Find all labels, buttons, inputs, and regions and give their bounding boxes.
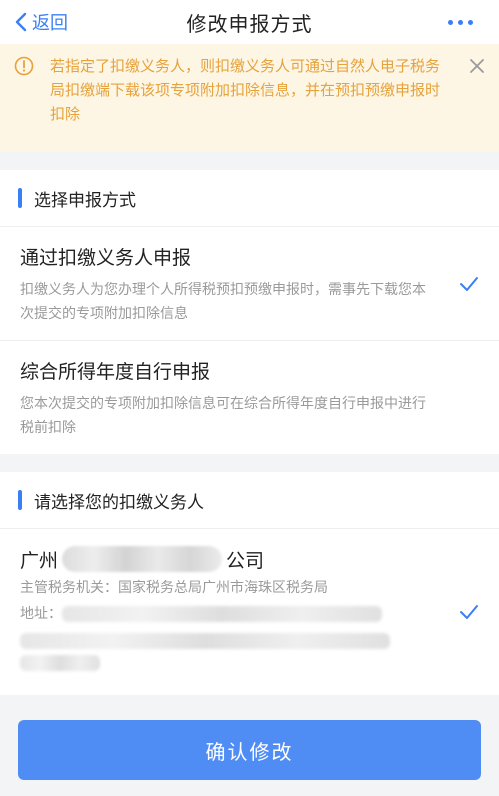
page-title: 修改申报方式	[186, 11, 313, 36]
option-title: 综合所得年度自行申报	[20, 361, 211, 383]
more-dots-icon[interactable]	[448, 0, 473, 44]
declaration-method-section: 选择申报方式 通过扣缴义务人申报 扣缴义务人为您办理个人所得税预扣预缴申报时，需…	[0, 170, 499, 454]
back-button[interactable]: 返回	[14, 0, 68, 44]
section-title: 选择申报方式	[0, 170, 499, 227]
option-title: 通过扣缴义务人申报	[20, 247, 192, 269]
confirm-button[interactable]: 确认修改	[18, 720, 481, 780]
agent-name-suffix: 公司	[226, 549, 265, 572]
redacted-name	[62, 546, 223, 572]
check-icon	[460, 276, 478, 291]
section-marker	[18, 188, 22, 208]
chevron-left-icon	[15, 12, 27, 32]
section-title-text: 请选择您的扣缴义务人	[34, 492, 204, 513]
close-icon[interactable]	[469, 58, 485, 74]
redacted-address	[20, 655, 100, 671]
nav-bar: 返回 修改申报方式	[0, 0, 499, 44]
withholding-agent-section: 请选择您的扣缴义务人 广州 公司 主管税务机关：国家税务总局广州市海珠区税务局 …	[0, 472, 499, 695]
option-self-annual-declaration[interactable]: 综合所得年度自行申报 您本次提交的专项附加扣除信息可在综合所得年度自行申报中进行…	[0, 341, 499, 454]
agent-name: 广州 公司	[20, 543, 429, 575]
address-label: 地址：	[20, 606, 62, 622]
back-label: 返回	[32, 13, 68, 34]
section-title: 请选择您的扣缴义务人	[0, 472, 499, 529]
notice-banner: 若指定了扣缴义务人，则扣缴义务人可通过自然人电子税务局扣缴端下载该项专项附加扣除…	[0, 44, 499, 152]
warning-circle-icon	[14, 56, 34, 76]
option-via-withholding-agent[interactable]: 通过扣缴义务人申报 扣缴义务人为您办理个人所得税预扣预缴申报时，需事先下载您本次…	[0, 227, 499, 341]
section-title-text: 选择申报方式	[34, 190, 136, 211]
agent-address: 地址：	[20, 601, 429, 627]
redacted-address	[20, 633, 390, 649]
check-icon	[460, 605, 478, 619]
option-description: 扣缴义务人为您办理个人所得税预扣预缴申报时，需事先下载您本次提交的专项附加扣除信…	[20, 282, 426, 322]
redacted-address	[62, 606, 382, 622]
notice-text: 若指定了扣缴义务人，则扣缴义务人可通过自然人电子税务局扣缴端下载该项专项附加扣除…	[50, 57, 441, 123]
agent-name-prefix: 广州	[20, 549, 59, 572]
option-description: 您本次提交的专项附加扣除信息可在综合所得年度自行申报中进行税前扣除	[20, 396, 426, 436]
section-marker	[18, 490, 22, 510]
tax-authority: 主管税务机关：国家税务总局广州市海珠区税务局	[20, 580, 328, 596]
withholding-agent-item[interactable]: 广州 公司 主管税务机关：国家税务总局广州市海珠区税务局 地址：	[0, 529, 499, 695]
